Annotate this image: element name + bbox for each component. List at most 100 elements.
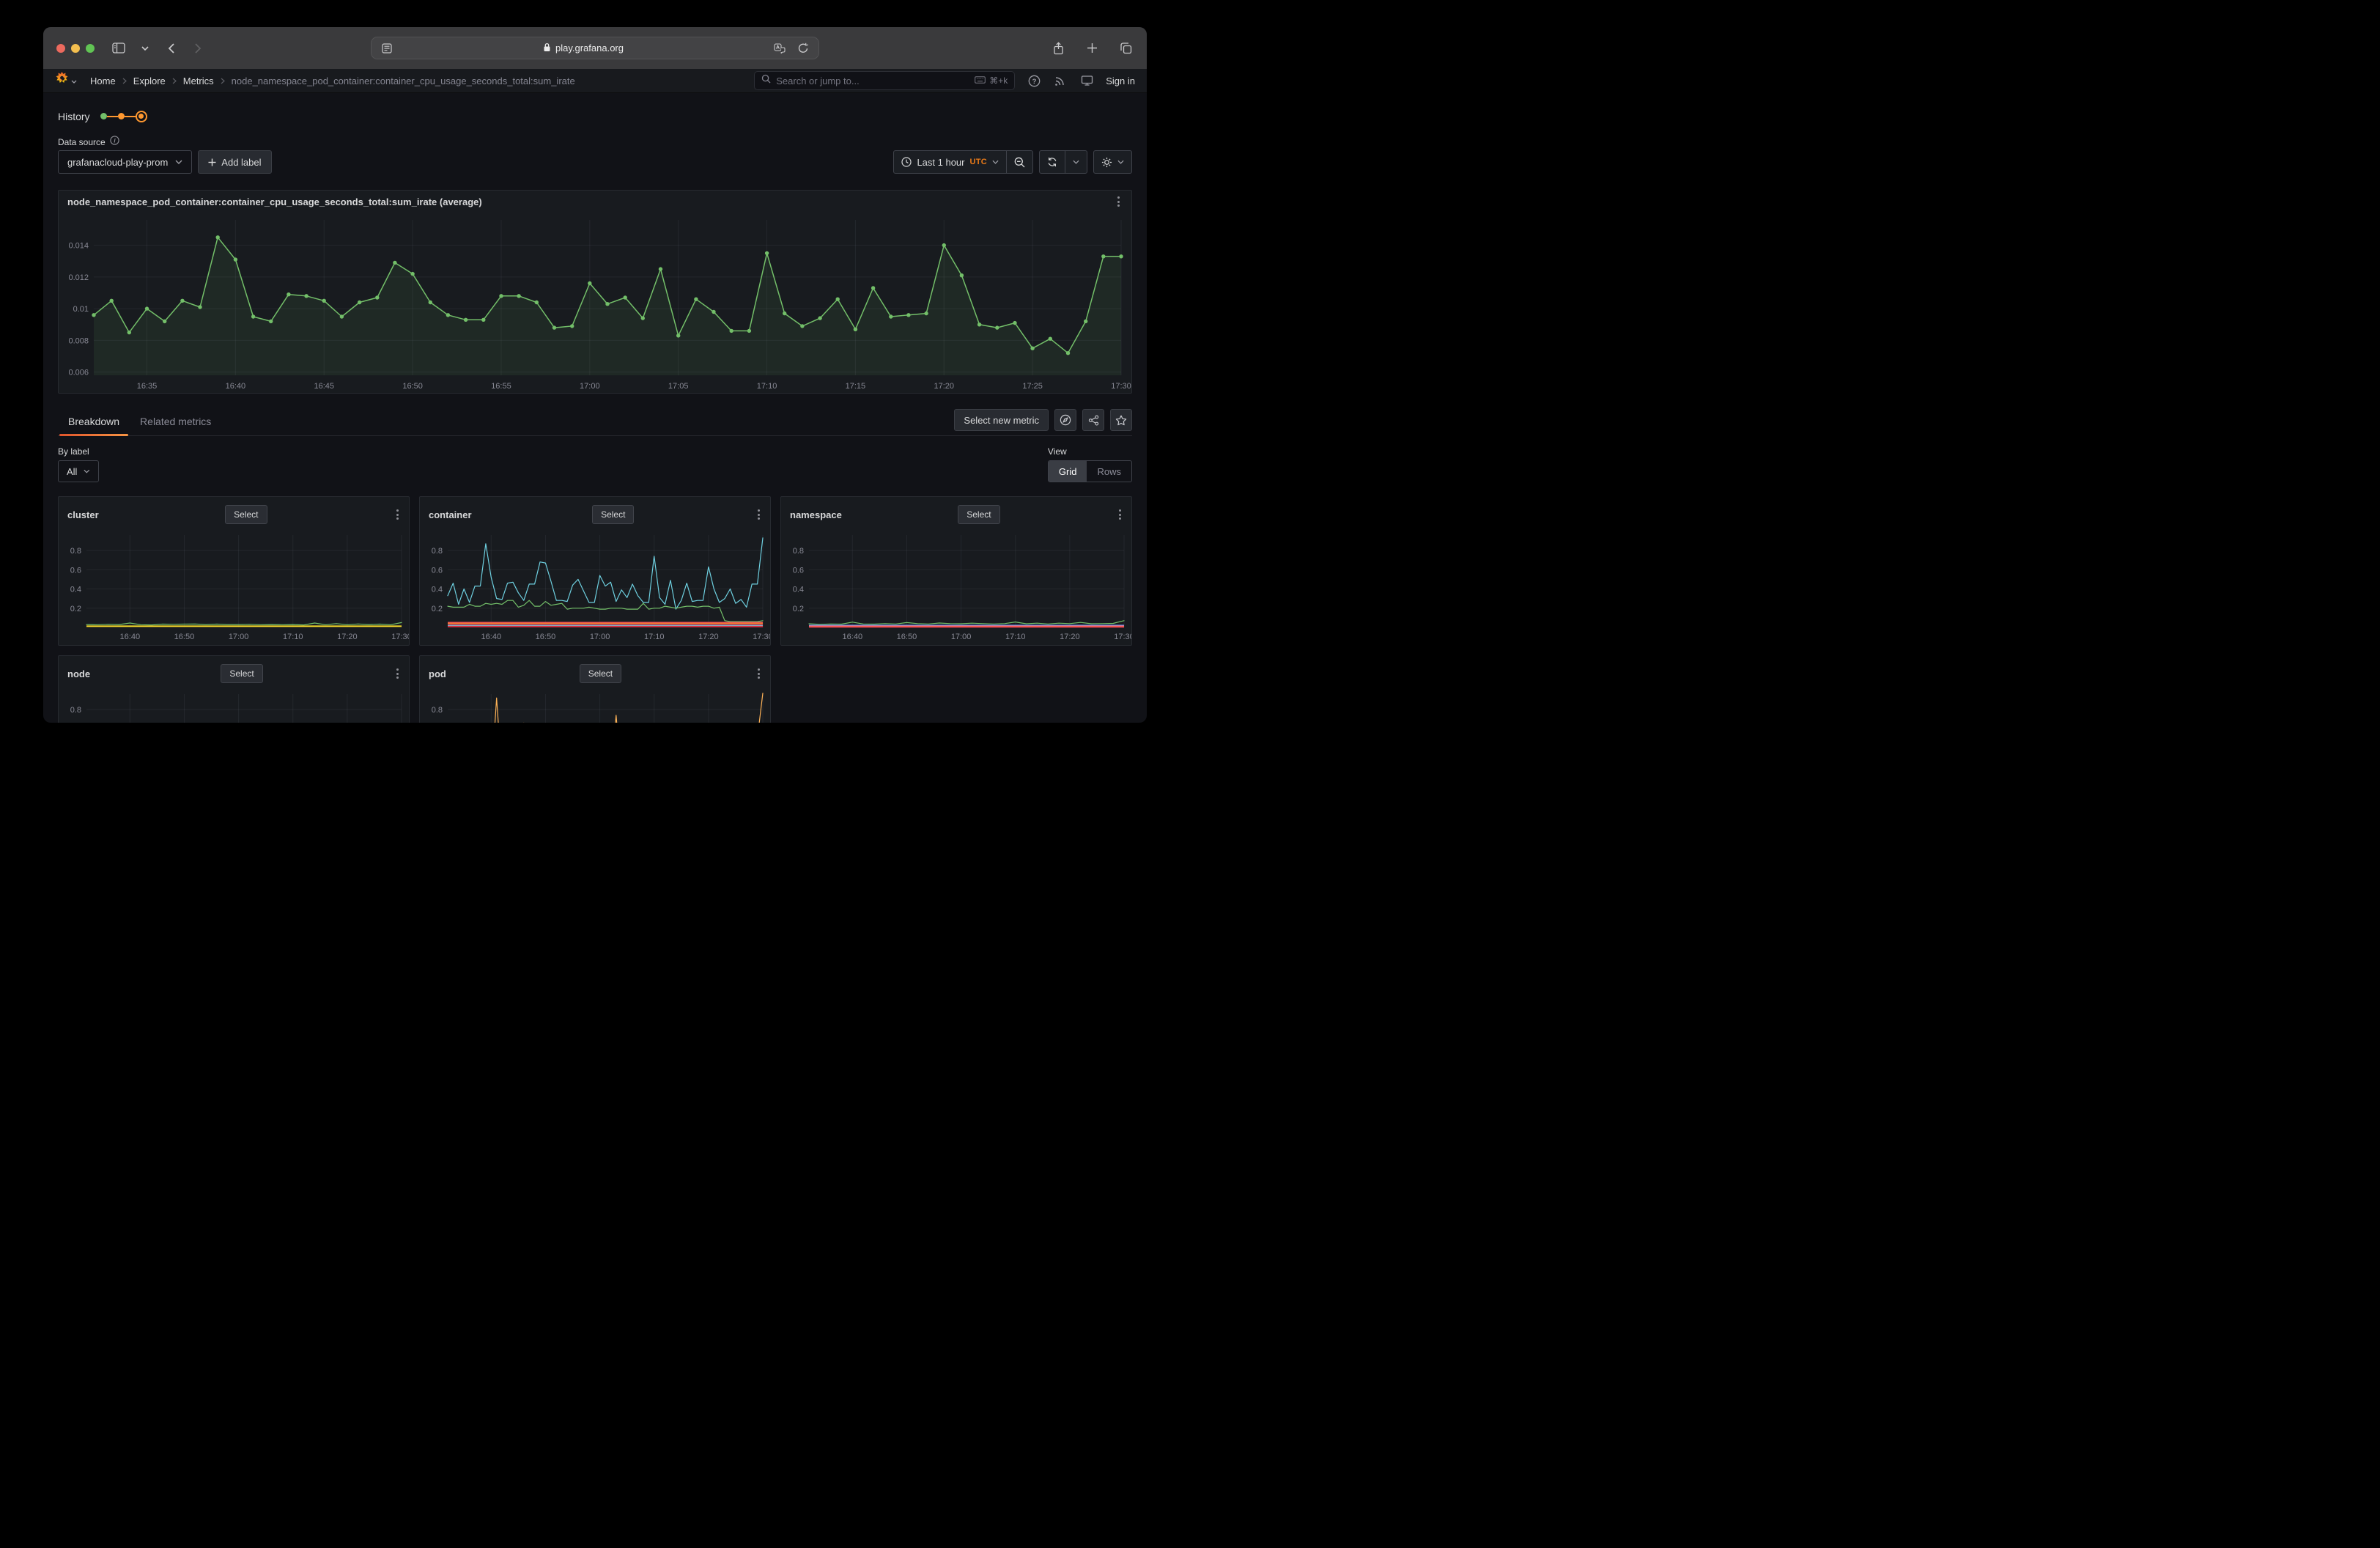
search-placeholder: Search or jump to... xyxy=(776,75,969,86)
grafana-logo-icon[interactable] xyxy=(55,72,69,89)
share-metric-button[interactable] xyxy=(1082,409,1104,431)
reader-view-icon[interactable] xyxy=(379,40,395,56)
add-label-button[interactable]: Add label xyxy=(198,150,271,174)
select-label-button[interactable]: Select xyxy=(592,505,634,524)
select-label-button[interactable]: Select xyxy=(221,664,262,683)
view-grid-option[interactable]: Grid xyxy=(1049,461,1087,482)
chevron-down-icon xyxy=(1117,160,1124,164)
help-icon[interactable]: ? xyxy=(1027,73,1041,88)
svg-text:0.8: 0.8 xyxy=(432,547,443,556)
svg-text:17:00: 17:00 xyxy=(951,633,972,641)
datasource-picker[interactable]: grafanacloud-play-prom xyxy=(58,150,192,174)
forward-button-icon[interactable] xyxy=(190,40,206,56)
svg-text:0.014: 0.014 xyxy=(68,242,89,251)
svg-text:17:15: 17:15 xyxy=(846,382,866,391)
clock-icon xyxy=(901,157,912,167)
svg-text:16:50: 16:50 xyxy=(174,633,195,641)
select-label-button[interactable]: Select xyxy=(225,505,267,524)
node-chart[interactable]: 16:4016:5017:0017:1017:2017:300.20.40.60… xyxy=(59,687,409,723)
panel-title: node xyxy=(67,668,90,679)
view-rows-option[interactable]: Rows xyxy=(1087,461,1131,482)
svg-text:0.4: 0.4 xyxy=(793,586,804,594)
svg-text:16:55: 16:55 xyxy=(491,382,511,391)
svg-text:0.6: 0.6 xyxy=(793,566,804,575)
svg-text:17:20: 17:20 xyxy=(934,382,955,391)
panel-menu-kebab-icon[interactable] xyxy=(1115,194,1123,210)
panel-menu-kebab-icon[interactable] xyxy=(1116,506,1124,523)
tab-group-chevron-icon[interactable] xyxy=(137,40,153,56)
refresh-interval-dropdown[interactable] xyxy=(1065,151,1087,173)
svg-text:0.2: 0.2 xyxy=(432,605,443,613)
breakdown-panel-namespace: namespace Select 16:4016:5017:0017:1017:… xyxy=(780,496,1132,646)
breadcrumb-explore[interactable]: Explore xyxy=(133,75,166,86)
svg-text:17:30: 17:30 xyxy=(391,633,409,641)
breadcrumb-home[interactable]: Home xyxy=(90,75,116,86)
select-new-metric-button[interactable]: Select new metric xyxy=(954,409,1049,431)
metric-graph-panel: node_namespace_pod_container:container_c… xyxy=(58,190,1132,394)
sidebar-toggle-icon[interactable] xyxy=(111,40,127,56)
history-current-step-dot[interactable] xyxy=(136,111,147,122)
zoom-window-button[interactable] xyxy=(86,44,95,53)
breakdown-panel-cluster: cluster Select 16:4016:5017:0017:1017:20… xyxy=(58,496,410,646)
tab-breakdown[interactable]: Breakdown xyxy=(58,408,130,435)
url-text: play.grafana.org xyxy=(555,43,624,54)
svg-text:17:05: 17:05 xyxy=(668,382,689,391)
search-input[interactable]: Search or jump to... ⌘+k xyxy=(754,71,1015,90)
container-chart[interactable]: 16:4016:5017:0017:1017:2017:300.20.40.60… xyxy=(420,528,770,644)
new-tab-icon[interactable] xyxy=(1084,40,1100,56)
reload-icon[interactable] xyxy=(795,40,811,56)
tab-related-metrics[interactable]: Related metrics xyxy=(130,408,221,435)
org-switcher-chevron-icon[interactable] xyxy=(71,74,77,87)
cluster-chart[interactable]: 16:4016:5017:0017:1017:2017:300.20.40.60… xyxy=(59,528,409,644)
close-window-button[interactable] xyxy=(56,44,65,53)
sign-in-link[interactable]: Sign in xyxy=(1106,75,1135,86)
metric-time-series-chart[interactable]: 16:3516:4016:4516:5016:5517:0017:0517:10… xyxy=(59,213,1131,393)
minimize-window-button[interactable] xyxy=(71,44,80,53)
svg-text:?: ? xyxy=(1032,78,1036,86)
pod-chart[interactable]: 16:4016:5017:0017:1017:2017:300.20.40.60… xyxy=(420,687,770,723)
address-bar[interactable]: play.grafana.org xyxy=(371,37,819,59)
history-trail xyxy=(100,111,147,122)
breadcrumb-separator-icon xyxy=(221,78,225,84)
namespace-chart[interactable]: 16:4016:5017:0017:1017:2017:300.20.40.60… xyxy=(781,528,1131,644)
translate-icon[interactable] xyxy=(772,40,788,56)
back-button-icon[interactable] xyxy=(163,40,180,56)
favorite-star-button[interactable] xyxy=(1110,409,1132,431)
monitor-icon[interactable] xyxy=(1079,73,1094,88)
desktop-background: play.grafana.org xyxy=(0,0,1190,774)
svg-text:0.2: 0.2 xyxy=(70,605,81,613)
select-label-button[interactable]: Select xyxy=(580,664,621,683)
by-label-select[interactable]: All xyxy=(58,460,99,482)
panel-menu-kebab-icon[interactable] xyxy=(393,506,402,523)
panel-menu-kebab-icon[interactable] xyxy=(393,666,402,682)
panel-menu-kebab-icon[interactable] xyxy=(755,506,763,523)
history-step-dot[interactable] xyxy=(100,113,107,119)
select-label-button[interactable]: Select xyxy=(958,505,999,524)
panel-menu-kebab-icon[interactable] xyxy=(755,666,763,682)
plus-icon xyxy=(208,158,216,166)
by-label-label: By label xyxy=(58,446,99,457)
star-icon xyxy=(1115,415,1127,426)
tab-overview-icon[interactable] xyxy=(1117,40,1134,56)
zoom-out-time-button[interactable] xyxy=(1006,151,1032,173)
news-rss-icon[interactable] xyxy=(1053,73,1068,88)
tab-bar: Breakdown Related metrics Select new met… xyxy=(58,408,1132,436)
history-step-dot[interactable] xyxy=(118,113,125,119)
svg-text:0.2: 0.2 xyxy=(793,605,804,613)
svg-text:17:10: 17:10 xyxy=(644,633,665,641)
share-icon[interactable] xyxy=(1050,40,1066,56)
refresh-button[interactable] xyxy=(1040,151,1065,173)
panel-title: cluster xyxy=(67,509,99,520)
breakdown-panel-container: container Select 16:4016:5017:0017:1017:… xyxy=(419,496,771,646)
time-range-picker[interactable]: Last 1 hour UTC xyxy=(894,151,1006,173)
svg-text:16:40: 16:40 xyxy=(120,633,141,641)
breadcrumb-metrics[interactable]: Metrics xyxy=(183,75,214,86)
svg-text:16:40: 16:40 xyxy=(226,382,246,391)
svg-text:0.008: 0.008 xyxy=(68,336,89,345)
history-label: History xyxy=(58,111,90,122)
settings-button[interactable] xyxy=(1094,151,1131,173)
panel-title: namespace xyxy=(790,509,842,520)
svg-text:0.006: 0.006 xyxy=(68,369,89,377)
explore-compass-button[interactable] xyxy=(1054,409,1076,431)
explore-metrics-page: History Data source i xyxy=(43,93,1147,723)
